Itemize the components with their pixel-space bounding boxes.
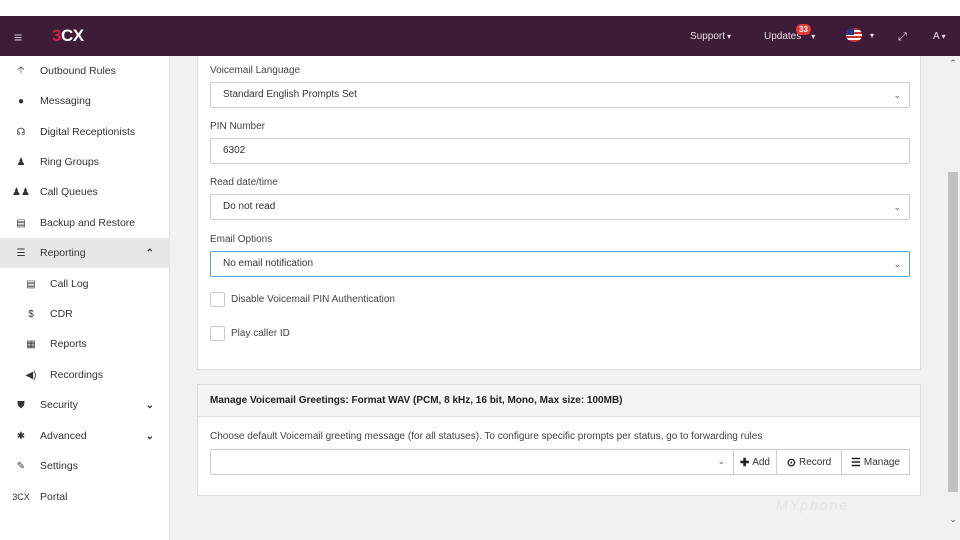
- greetings-title: Manage Voicemail Greetings: Format WAV (…: [198, 385, 920, 417]
- sidebar-item-call-log[interactable]: ▤ Call Log: [0, 269, 170, 299]
- caret-down-icon: ▾: [941, 32, 946, 41]
- sidebar-item-label: Backup and Restore: [40, 217, 136, 229]
- plus-icon: ✚: [739, 456, 750, 469]
- scroll-down-arrow-icon[interactable]: ⌄: [946, 514, 960, 525]
- chevron-up-icon: ⌃: [145, 247, 154, 259]
- myphone-watermark: MYphone: [776, 497, 850, 513]
- voicemail-options-panel: Voicemail Language Standard English Prom…: [197, 56, 921, 370]
- chevron-down-icon: ⌄: [145, 399, 154, 411]
- sidebar-item-cdr[interactable]: $ CDR: [0, 299, 170, 329]
- sidebar-item-advanced[interactable]: ✱ Advanced ⌄: [0, 421, 170, 451]
- chevron-down-icon: ⌄: [893, 259, 901, 269]
- page-scrollbar[interactable]: ⌃ ⌄: [946, 56, 960, 524]
- sidebar-item-recordings[interactable]: ◀) Recordings: [0, 360, 170, 390]
- sidebar-item-label: Advanced: [40, 430, 87, 442]
- list-icon: ☰: [850, 456, 861, 469]
- scrollbar-thumb[interactable]: [948, 172, 958, 492]
- top-bar: ≡ 3CX Support ▾ Updates ▾ 33 ▾ ⤢ A ▾: [0, 0, 960, 56]
- pin-number-label: PIN Number: [210, 121, 266, 132]
- sidebar-item-ring-groups[interactable]: ♟ Ring Groups: [0, 147, 170, 177]
- caret-down-icon: ▾: [811, 32, 816, 41]
- sidebar-item-label: Security: [40, 399, 78, 411]
- caret-down-icon[interactable]: ▾: [870, 31, 874, 40]
- play-caller-id-checkbox[interactable]: [210, 326, 225, 341]
- add-greeting-button[interactable]: ✚ Add: [733, 449, 777, 475]
- sidebar-item-label: Recordings: [50, 369, 104, 381]
- sidebar-item-label: CDR: [50, 308, 73, 320]
- caret-down-icon: ▾: [727, 32, 732, 41]
- document-icon: ▤: [26, 278, 36, 290]
- app-logo[interactable]: 3CX: [52, 26, 84, 46]
- voicemail-language-label: Voicemail Language: [210, 65, 301, 76]
- greeting-select[interactable]: ⌄: [210, 449, 734, 475]
- email-options-select[interactable]: No email notification ⌄: [210, 251, 910, 277]
- arrow-up-icon: 🡡: [17, 64, 25, 76]
- scroll-up-arrow-icon[interactable]: ⌃: [946, 58, 960, 69]
- sidebar-item-reporting[interactable]: ☰ Reporting ⌃: [0, 238, 170, 268]
- updates-badge: 33: [796, 24, 811, 35]
- list-icon: ☰: [16, 247, 26, 259]
- voicemail-language-select[interactable]: Standard English Prompts Set ⌄: [210, 82, 910, 108]
- play-caller-id-label: Play caller ID: [231, 328, 290, 339]
- gear-icon: ✱: [16, 430, 26, 442]
- manage-greetings-button[interactable]: ☰ Manage: [841, 449, 910, 475]
- us-flag-icon[interactable]: [846, 28, 862, 42]
- user-menu[interactable]: A ▾: [933, 31, 946, 42]
- database-icon: ▤: [16, 217, 26, 229]
- sidebar-item-label: Settings: [40, 460, 78, 472]
- sidebar-item-label: Messaging: [40, 95, 91, 107]
- greetings-description: Choose default Voicemail greeting messag…: [210, 431, 763, 442]
- speaker-icon: ◀): [25, 369, 37, 381]
- sidebar-item-messaging[interactable]: ● Messaging: [0, 86, 170, 116]
- sidebar-item-settings[interactable]: ✎ Settings: [0, 451, 170, 481]
- 3cx-logo-icon: 3CX: [12, 492, 30, 502]
- headset-icon: ☊: [16, 126, 26, 138]
- sidebar-item-label: Reporting: [40, 247, 86, 259]
- wrench-icon: ✎: [16, 460, 26, 472]
- users-icon: ♟: [16, 156, 26, 168]
- disable-pin-label: Disable Voicemail PIN Authentication: [231, 294, 395, 305]
- sidebar-item-outbound-rules[interactable]: 🡡 Outbound Rules: [0, 56, 170, 86]
- menu-icon[interactable]: ≡: [14, 29, 22, 45]
- sidebar-item-label: Outbound Rules: [40, 65, 116, 77]
- sidebar-item-label: Portal: [40, 491, 68, 503]
- pin-number-input[interactable]: 6302: [210, 138, 910, 164]
- sidebar-item-reports[interactable]: ▦ Reports: [0, 329, 170, 359]
- chat-bubble-icon: ●: [17, 95, 25, 107]
- sidebar-item-call-queues[interactable]: ♟♟ Call Queues: [0, 177, 170, 207]
- report-icon: ▦: [26, 338, 36, 350]
- chevron-down-icon: ⌄: [893, 202, 901, 212]
- chevron-down-icon: ⌄: [717, 456, 725, 466]
- sidebar-item-label: Call Queues: [40, 186, 98, 198]
- sidebar-item-portal[interactable]: 3CX Portal: [0, 482, 170, 512]
- record-greeting-button[interactable]: ⊙ Record: [776, 449, 842, 475]
- record-icon: ⊙: [786, 456, 796, 469]
- disable-pin-checkbox[interactable]: [210, 292, 225, 307]
- chevron-down-icon: ⌄: [893, 90, 901, 100]
- shield-icon: ⛊: [17, 399, 25, 411]
- sidebar-item-backup-restore[interactable]: ▤ Backup and Restore: [0, 208, 170, 238]
- voicemail-greetings-panel: Manage Voicemail Greetings: Format WAV (…: [197, 384, 921, 496]
- sidebar-item-label: Ring Groups: [40, 156, 99, 168]
- read-datetime-select[interactable]: Do not read ⌄: [210, 194, 910, 220]
- sidebar: 🡡 Outbound Rules ● Messaging ☊ Digital R…: [0, 56, 170, 540]
- sidebar-item-label: Call Log: [50, 278, 89, 290]
- email-options-label: Email Options: [210, 234, 273, 245]
- read-datetime-label: Read date/time: [210, 177, 278, 188]
- group-icon: ♟♟: [12, 186, 30, 198]
- dollar-icon: $: [28, 308, 34, 320]
- chevron-down-icon: ⌄: [145, 430, 154, 442]
- sidebar-item-digital-receptionists[interactable]: ☊ Digital Receptionists: [0, 117, 170, 147]
- support-menu[interactable]: Support ▾: [690, 31, 731, 42]
- sidebar-item-security[interactable]: ⛊ Security ⌄: [0, 390, 170, 420]
- fullscreen-icon[interactable]: ⤢: [898, 31, 907, 44]
- sidebar-item-label: Digital Receptionists: [40, 126, 136, 138]
- sidebar-item-label: Reports: [50, 338, 87, 350]
